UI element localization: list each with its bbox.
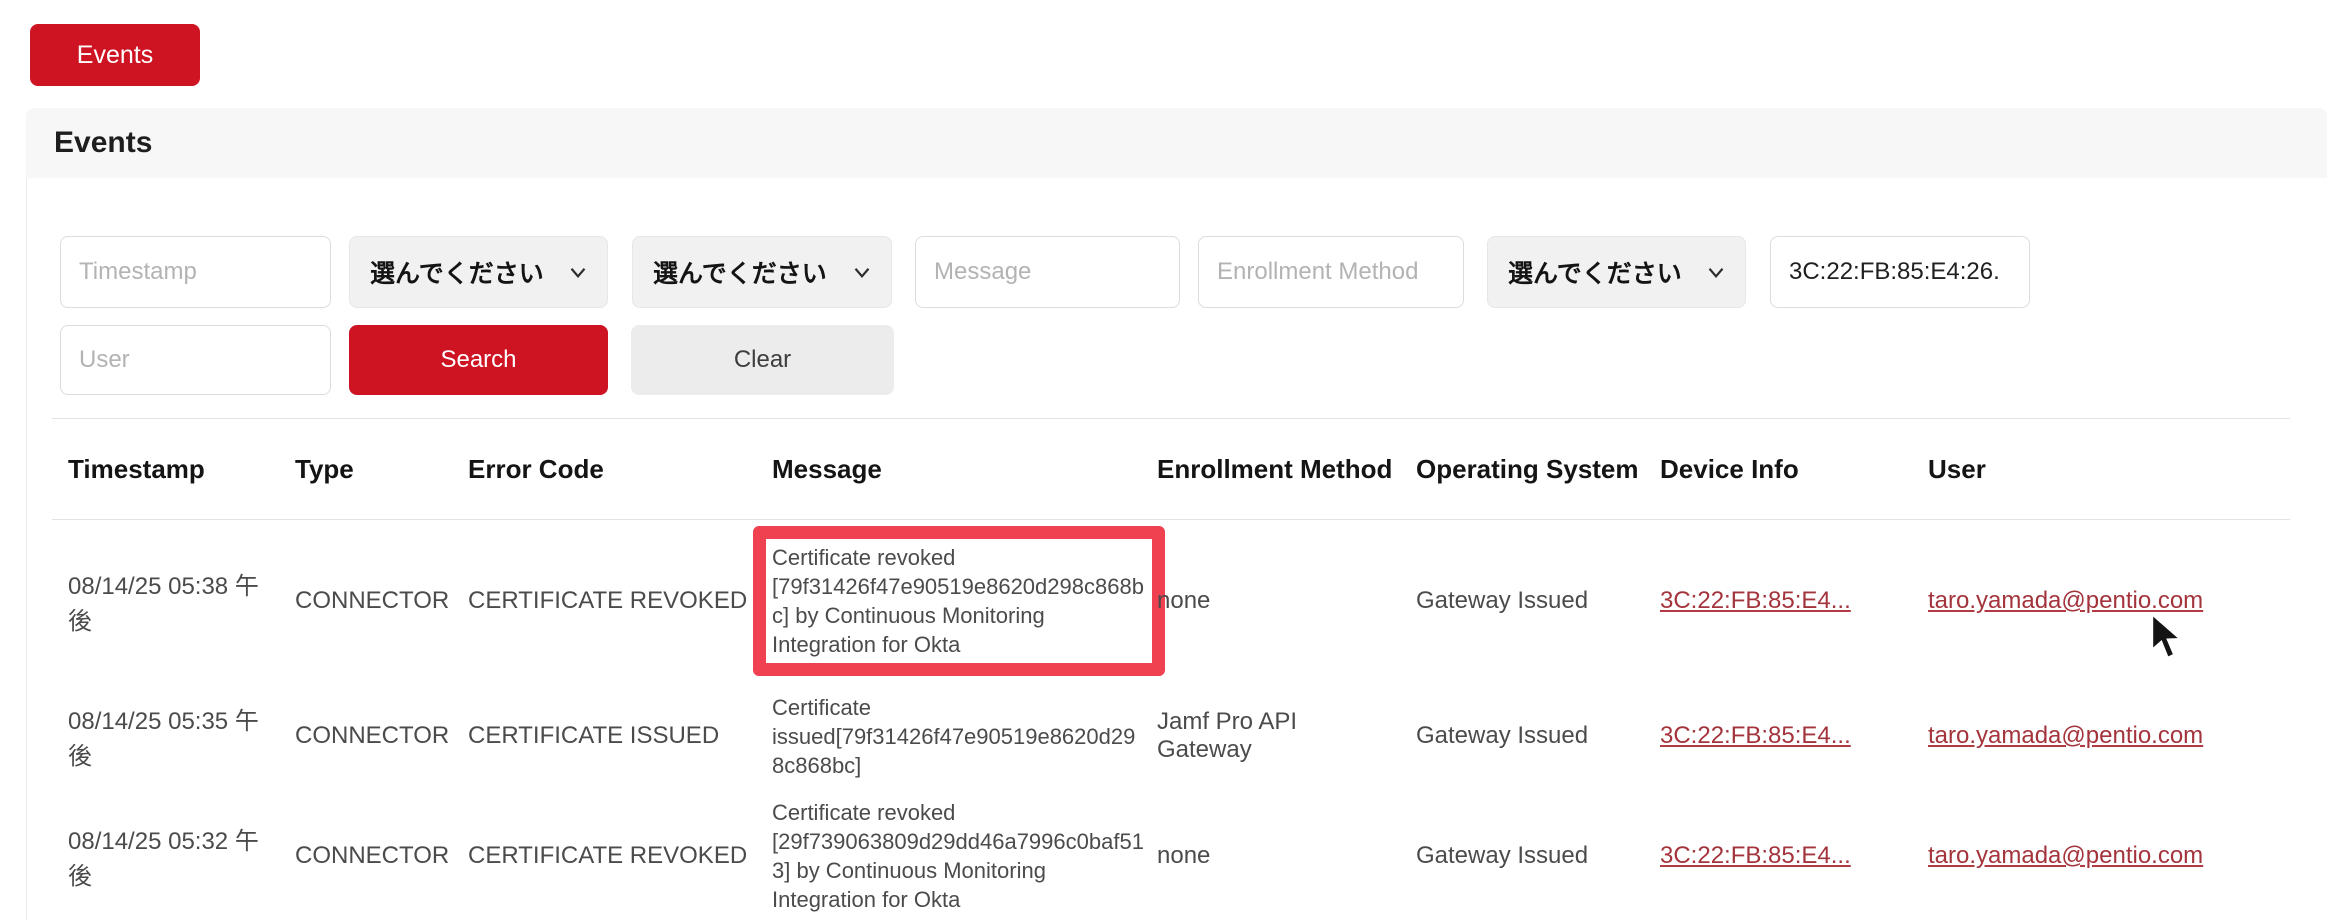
cell-operating-system: Gateway Issued [1416, 587, 1660, 615]
error-code-filter-select-value: 選んでください [653, 254, 827, 290]
message-text: Certificate revoked [79f31426f47e90519e8… [772, 545, 1144, 657]
events-page: Events Events 選んでください 選んでください 選んでください [0, 0, 2342, 920]
mouse-cursor-icon [2148, 612, 2192, 662]
device-info-link[interactable]: 3C:22:FB:85:E4... [1660, 842, 1851, 869]
cell-operating-system: Gateway Issued [1416, 722, 1660, 750]
events-table: Timestamp Type Error Code Message Enroll… [52, 418, 2290, 920]
table-row: 08/14/25 05:35 午後 CONNECTOR CERTIFICATE … [52, 682, 2290, 790]
user-email-link[interactable]: taro.yamada@pentio.com [1928, 722, 2203, 749]
cell-timestamp: 08/14/25 05:32 午後 [68, 821, 295, 891]
panel-header: Events [26, 108, 2327, 178]
cell-type: CONNECTOR [295, 842, 468, 870]
os-filter-select[interactable]: 選んでください [1487, 236, 1746, 308]
cell-enrollment-method: none [1157, 842, 1416, 870]
cell-error-code: CERTIFICATE REVOKED [468, 842, 772, 870]
chevron-down-icon [565, 259, 591, 285]
table-row: 08/14/25 05:38 午後 CONNECTOR CERTIFICATE … [52, 520, 2290, 682]
col-header-type: Type [295, 454, 468, 485]
cell-type: CONNECTOR [295, 722, 468, 750]
enrollment-method-filter-input[interactable] [1198, 236, 1464, 308]
cell-type: CONNECTOR [295, 587, 468, 615]
clear-button[interactable]: Clear [631, 325, 894, 395]
device-info-link[interactable]: 3C:22:FB:85:E4... [1660, 722, 1851, 749]
user-filter-input[interactable] [60, 325, 331, 395]
cell-message: Certificate revoked [29f739063809d29dd46… [772, 798, 1146, 914]
user-email-link[interactable]: taro.yamada@pentio.com [1928, 842, 2203, 869]
col-header-timestamp: Timestamp [68, 454, 295, 485]
type-filter-select-value: 選んでください [370, 254, 544, 290]
panel-left-border [26, 178, 27, 920]
cell-message: Certificate revoked [79f31426f47e90519e8… [772, 526, 1146, 676]
cell-timestamp: 08/14/25 05:35 午後 [68, 701, 295, 771]
table-row: 08/14/25 05:32 午後 CONNECTOR CERTIFICATE … [52, 790, 2290, 920]
chevron-down-icon [1703, 259, 1729, 285]
col-header-device-info: Device Info [1660, 454, 1928, 485]
device-info-link[interactable]: 3C:22:FB:85:E4... [1660, 587, 1851, 614]
col-header-enrollment-method: Enrollment Method [1157, 454, 1416, 485]
chevron-down-icon [849, 259, 875, 285]
user-email-link[interactable]: taro.yamada@pentio.com [1928, 587, 2203, 614]
col-header-user: User [1928, 454, 2274, 485]
cell-operating-system: Gateway Issued [1416, 842, 1660, 870]
cell-enrollment-method: Jamf Pro API Gateway [1157, 708, 1416, 764]
table-header-row: Timestamp Type Error Code Message Enroll… [52, 418, 2290, 520]
col-header-error-code: Error Code [468, 454, 772, 485]
os-filter-select-value: 選んでください [1508, 254, 1682, 290]
cell-enrollment-method: none [1157, 587, 1416, 615]
device-info-filter-input[interactable] [1770, 236, 2030, 308]
events-nav-button[interactable]: Events [30, 24, 200, 86]
col-header-message: Message [772, 454, 1157, 485]
message-filter-input[interactable] [915, 236, 1180, 308]
cell-message: Certificate issued[79f31426f47e90519e862… [772, 693, 1146, 780]
timestamp-filter-input[interactable] [60, 236, 331, 308]
page-title: Events [26, 126, 152, 160]
cell-error-code: CERTIFICATE REVOKED [468, 587, 772, 615]
highlighted-message-box: Certificate revoked [79f31426f47e90519e8… [753, 526, 1165, 676]
error-code-filter-select[interactable]: 選んでください [632, 236, 892, 308]
cell-error-code: CERTIFICATE ISSUED [468, 722, 772, 750]
col-header-operating-system: Operating System [1416, 454, 1660, 485]
search-button[interactable]: Search [349, 325, 608, 395]
cell-timestamp: 08/14/25 05:38 午後 [68, 566, 295, 636]
type-filter-select[interactable]: 選んでください [349, 236, 608, 308]
